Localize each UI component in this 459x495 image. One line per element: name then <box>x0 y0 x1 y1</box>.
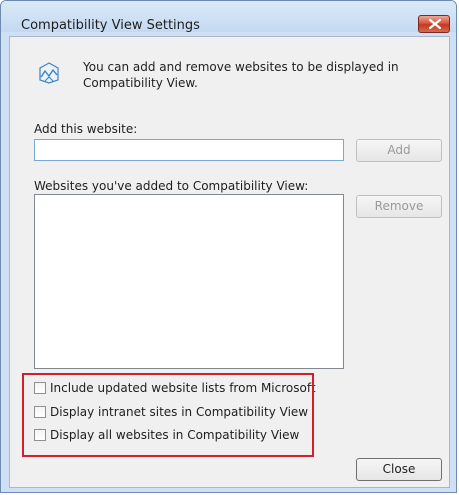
compatibility-view-icon <box>39 62 59 84</box>
websites-list[interactable] <box>34 194 344 369</box>
close-button[interactable]: Close <box>356 458 442 481</box>
window-close-button[interactable] <box>418 15 450 33</box>
website-input[interactable] <box>34 139 344 161</box>
highlight-box <box>22 373 314 457</box>
title-bar[interactable]: Compatibility View Settings <box>1 1 456 33</box>
add-website-label: Add this website: <box>34 122 138 136</box>
info-text: You can add and remove websites to be di… <box>83 60 399 90</box>
window-title: Compatibility View Settings <box>21 18 200 33</box>
websites-list-label: Websites you've added to Compatibility V… <box>34 179 309 193</box>
dialog-body: You can add and remove websites to be di… <box>9 36 450 488</box>
remove-button[interactable]: Remove <box>356 195 442 218</box>
compatibility-view-dialog: Compatibility View Settings You can add … <box>0 0 457 493</box>
close-icon <box>429 19 441 29</box>
add-button[interactable]: Add <box>356 139 442 162</box>
